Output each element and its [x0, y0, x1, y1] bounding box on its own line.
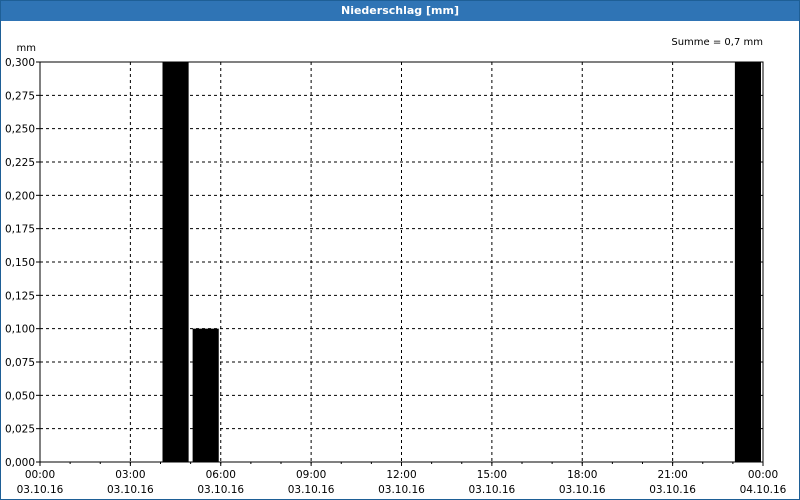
chart-window: Niederschlag [mm] 0,000 0,025 0,050 0,075 0,… [0, 0, 800, 500]
x-tick-date: 03.10.16 [107, 484, 154, 496]
x-tick-date: 03.10.16 [468, 484, 515, 496]
precipitation-chart: 0,000 0,025 0,050 0,075 0,100 0,125 0,150 0,175… [5, 37, 787, 496]
sum-label: Summe = 0,7 mm [671, 37, 763, 48]
x-tick-time: 00:00 [25, 469, 55, 481]
y-tick-label: 0,100 [5, 324, 35, 336]
y-tick-label: 0,225 [5, 157, 35, 169]
y-tick-label: 0,050 [5, 390, 35, 402]
x-tick-date: 03.10.16 [17, 484, 64, 496]
y-tick-label: 0,250 [5, 124, 35, 136]
y-tick-label: 0,025 [5, 424, 35, 436]
x-tick-date: 03.10.16 [197, 484, 244, 496]
y-tick-label: 0,150 [5, 257, 35, 269]
x-tick-time: 12:00 [386, 469, 416, 481]
x-tick-date: 03.10.16 [559, 484, 606, 496]
y-tick-label: 0,075 [5, 357, 35, 369]
y-unit-label: mm [17, 43, 36, 54]
x-tick-time: 21:00 [657, 469, 687, 481]
y-tick-label: 0,175 [5, 224, 35, 236]
x-tick-time: 09:00 [296, 469, 326, 481]
x-tick-date: 03.10.16 [649, 484, 696, 496]
precipitation-bar [162, 62, 189, 462]
x-tick-time: 18:00 [567, 469, 597, 481]
y-tick-label: 0,000 [5, 457, 35, 469]
x-tick-date: 03.10.16 [378, 484, 425, 496]
y-tick-label: 0,125 [5, 290, 35, 302]
x-tick-date: 04.10.16 [740, 484, 787, 496]
x-tick-time: 03:00 [115, 469, 145, 481]
y-tick-label: 0,200 [5, 190, 35, 202]
x-tick-time: 15:00 [477, 469, 507, 481]
y-tick-label: 0,275 [5, 90, 35, 102]
x-tick-time: 06:00 [206, 469, 236, 481]
precipitation-bar [734, 62, 761, 462]
precipitation-bar [192, 328, 219, 462]
y-tick-label: 0,300 [5, 57, 35, 69]
x-tick-time: 00:00 [748, 469, 778, 481]
window-title: Niederschlag [mm] [1, 1, 799, 21]
x-tick-date: 03.10.16 [288, 484, 335, 496]
